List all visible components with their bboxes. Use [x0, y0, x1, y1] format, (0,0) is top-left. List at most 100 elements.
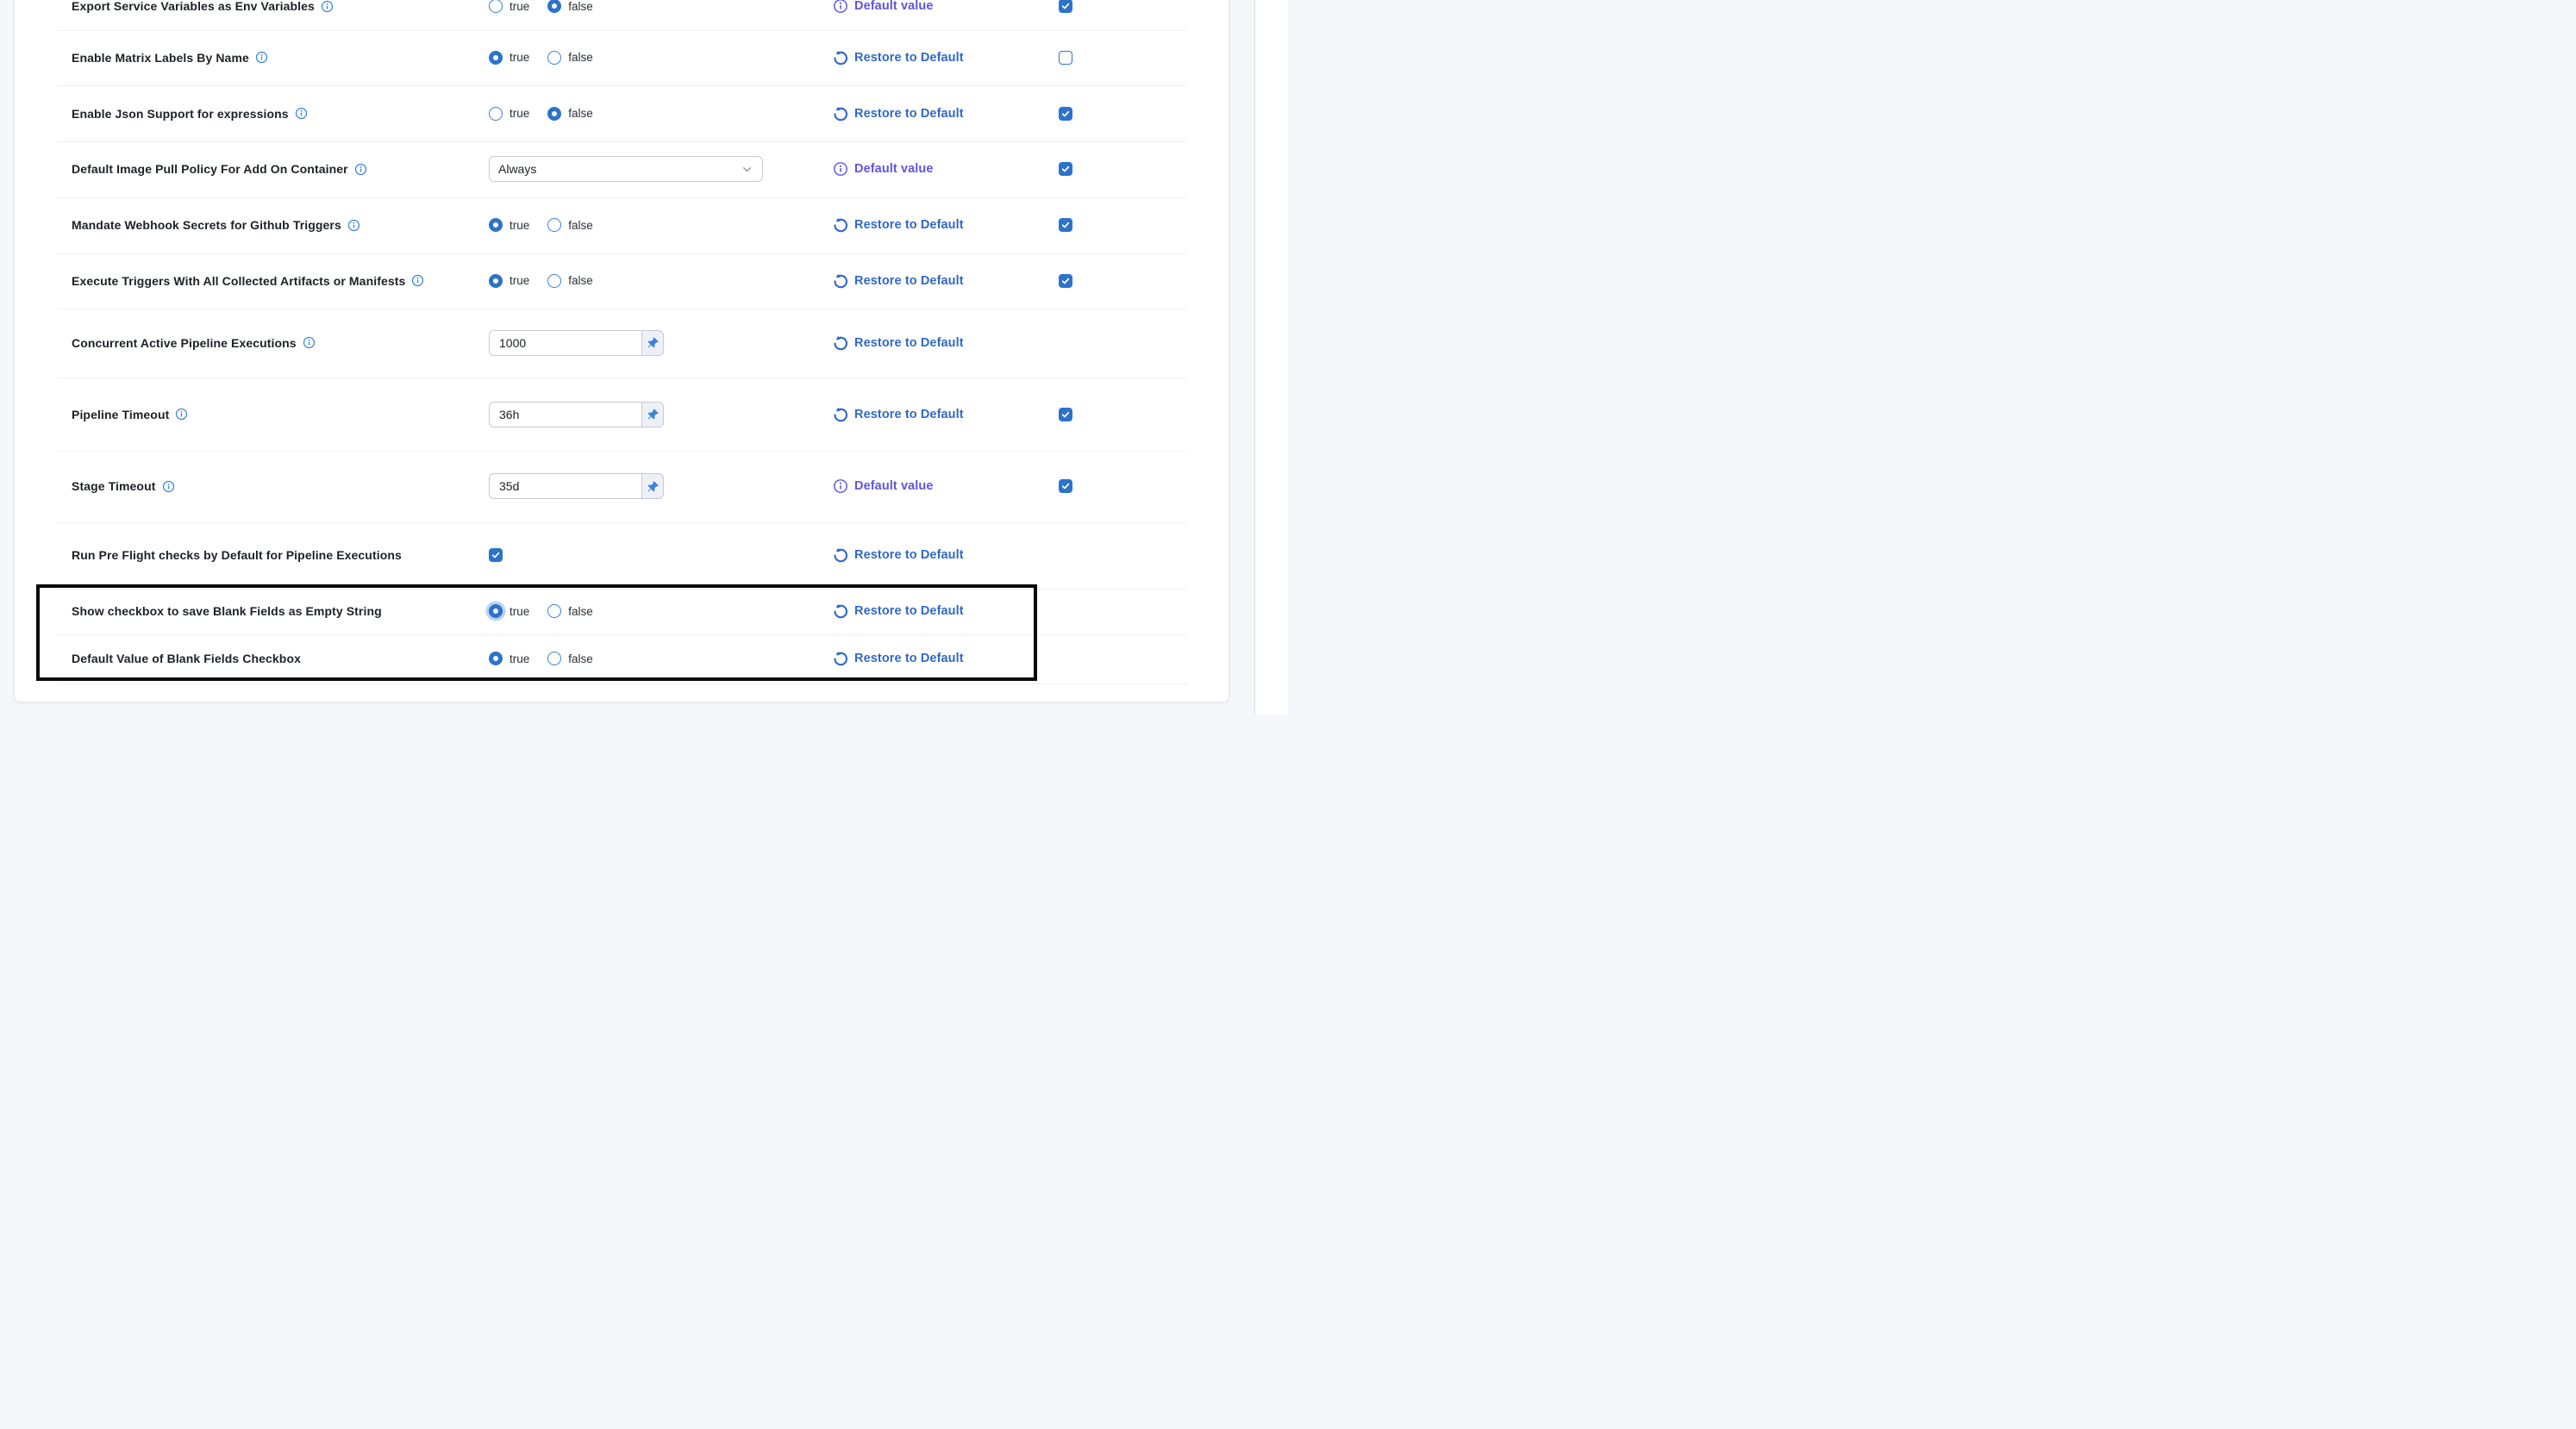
radio-label-true[interactable]: true: [510, 274, 529, 287]
chevron-down-icon: [741, 163, 753, 176]
settings-row-mandate-webhook-secrets: Mandate Webhook Secrets for Github Trigg…: [15, 197, 1229, 253]
settings-row-pipeline-timeout: Pipeline Timeout Restore to Default: [15, 378, 1229, 451]
radio-option-true[interactable]: true: [489, 604, 529, 618]
pin-icon: [647, 336, 660, 349]
restore-to-default-link[interactable]: Restore to Default: [833, 85, 964, 141]
radio-option-false[interactable]: false: [547, 0, 593, 13]
restore-to-default-link[interactable]: Restore to Default: [833, 589, 964, 635]
info-icon[interactable]: [347, 219, 360, 232]
restore-to-default-link[interactable]: Restore to Default: [833, 253, 964, 309]
info-icon[interactable]: [354, 163, 367, 176]
default-value-link[interactable]: Default value: [833, 0, 934, 30]
radio-false[interactable]: [547, 274, 561, 288]
control-select: Always: [489, 141, 763, 197]
row-enabled-checkbox-checked[interactable]: [1059, 408, 1072, 421]
settings-rows: Export Service Variables as Env Variable…: [15, 0, 1229, 683]
radio-false[interactable]: [547, 218, 561, 232]
radio-false[interactable]: [547, 51, 561, 65]
row-enabled-checkbox-checked[interactable]: [1059, 274, 1072, 288]
pin-button[interactable]: [641, 330, 664, 356]
control-input: [489, 451, 664, 522]
restore-to-default-link[interactable]: Restore to Default: [833, 378, 964, 451]
radio-true-selected[interactable]: [489, 218, 503, 232]
radio-option-false[interactable]: false: [547, 51, 593, 65]
control-radio: true false: [489, 30, 593, 86]
radio-true-selected[interactable]: [489, 652, 503, 665]
info-icon[interactable]: [321, 0, 334, 13]
settings-row-default-blank-fields-value: Default Value of Blank Fields Checkbox tr…: [15, 634, 1229, 683]
action-label: Restore to Default: [854, 548, 964, 562]
radio-label-true[interactable]: true: [510, 51, 529, 64]
info-icon[interactable]: [295, 107, 308, 120]
radio-false[interactable]: [547, 652, 561, 665]
radio-option-true[interactable]: true: [489, 652, 529, 665]
restore-to-default-link[interactable]: Restore to Default: [833, 197, 964, 253]
info-icon[interactable]: [411, 274, 424, 287]
row-enabled-checkbox-unchecked[interactable]: [1059, 51, 1072, 65]
info-icon[interactable]: [255, 51, 268, 64]
action-label: Restore to Default: [854, 107, 964, 121]
settings-row-stage-timeout: Stage TimeoutDefault value: [15, 451, 1229, 522]
radio-label-true[interactable]: true: [510, 219, 529, 232]
radio-true[interactable]: [489, 107, 503, 121]
restore-to-default-link[interactable]: Restore to Default: [833, 309, 964, 378]
radio-false-selected[interactable]: [547, 107, 561, 121]
radio-true-selected[interactable]: [489, 51, 503, 65]
radio-option-false[interactable]: false: [547, 604, 593, 618]
radio-option-true[interactable]: true: [489, 218, 529, 232]
radio-label-false[interactable]: false: [568, 605, 593, 618]
default-value-link[interactable]: Default value: [833, 141, 934, 197]
pipeline-timeout-input[interactable]: [489, 402, 641, 427]
row-enabled-checkbox-checked[interactable]: [1059, 107, 1072, 121]
default-value-link[interactable]: Default value: [833, 451, 934, 522]
radio-option-false[interactable]: false: [547, 218, 593, 232]
settings-row-execute-triggers-artifacts: Execute Triggers With All Collected Arti…: [15, 253, 1229, 309]
radio-option-true[interactable]: true: [489, 107, 529, 121]
radio-label-false[interactable]: false: [568, 274, 593, 287]
radio-label-false[interactable]: false: [568, 107, 593, 120]
radio-option-true[interactable]: true: [489, 51, 529, 65]
radio-true[interactable]: [489, 0, 503, 13]
setting-checkbox-checked[interactable]: [489, 548, 503, 562]
radio-label-true[interactable]: true: [510, 605, 529, 618]
info-icon[interactable]: [162, 480, 175, 493]
radio-label-false[interactable]: false: [568, 51, 593, 64]
row-enabled-checkbox-checked[interactable]: [1059, 0, 1072, 13]
setting-label: Enable Json Support for expressions: [72, 107, 289, 121]
radio-label-true[interactable]: true: [510, 107, 529, 120]
restore-to-default-link[interactable]: Restore to Default: [833, 634, 964, 683]
concurrent-active-executions-input[interactable]: [489, 330, 641, 356]
row-enabled-checkbox-checked[interactable]: [1059, 218, 1072, 232]
label-wrap: Export Service Variables as Env Variable…: [72, 0, 334, 30]
stage-timeout-input[interactable]: [489, 473, 641, 499]
radio-label-false[interactable]: false: [568, 219, 593, 232]
setting-label: Show checkbox to save Blank Fields as Em…: [72, 604, 382, 618]
radio-option-false[interactable]: false: [547, 274, 593, 288]
radio-true-selected[interactable]: [489, 274, 503, 288]
image-pull-policy-select[interactable]: Always: [489, 156, 763, 182]
action-label: Restore to Default: [854, 218, 964, 232]
radio-option-false[interactable]: false: [547, 652, 593, 665]
row-enabled-checkbox-checked[interactable]: [1059, 479, 1072, 493]
radio-label-false[interactable]: false: [568, 0, 593, 13]
restore-to-default-link[interactable]: Restore to Default: [833, 522, 964, 589]
radio-label-true[interactable]: true: [510, 0, 529, 13]
pin-button[interactable]: [641, 473, 664, 499]
row-enabled-checkbox-checked[interactable]: [1059, 162, 1072, 176]
radio-false-selected[interactable]: [547, 0, 561, 13]
radio-option-true[interactable]: true: [489, 274, 529, 288]
radio-option-false[interactable]: false: [547, 107, 593, 121]
setting-label: Pipeline Timeout: [72, 408, 169, 421]
restore-to-default-link[interactable]: Restore to Default: [833, 30, 964, 86]
radio-false[interactable]: [547, 604, 561, 618]
action-label: Restore to Default: [854, 652, 964, 665]
info-icon[interactable]: [303, 336, 316, 349]
radio-option-true[interactable]: true: [489, 0, 529, 13]
radio-label-false[interactable]: false: [568, 652, 593, 665]
label-wrap: Default Value of Blank Fields Checkbox: [72, 634, 301, 683]
action-label: Restore to Default: [854, 51, 964, 65]
info-icon[interactable]: [175, 408, 188, 421]
pin-button[interactable]: [641, 402, 664, 427]
radio-true-selected[interactable]: [489, 604, 503, 618]
radio-label-true[interactable]: true: [510, 652, 529, 665]
